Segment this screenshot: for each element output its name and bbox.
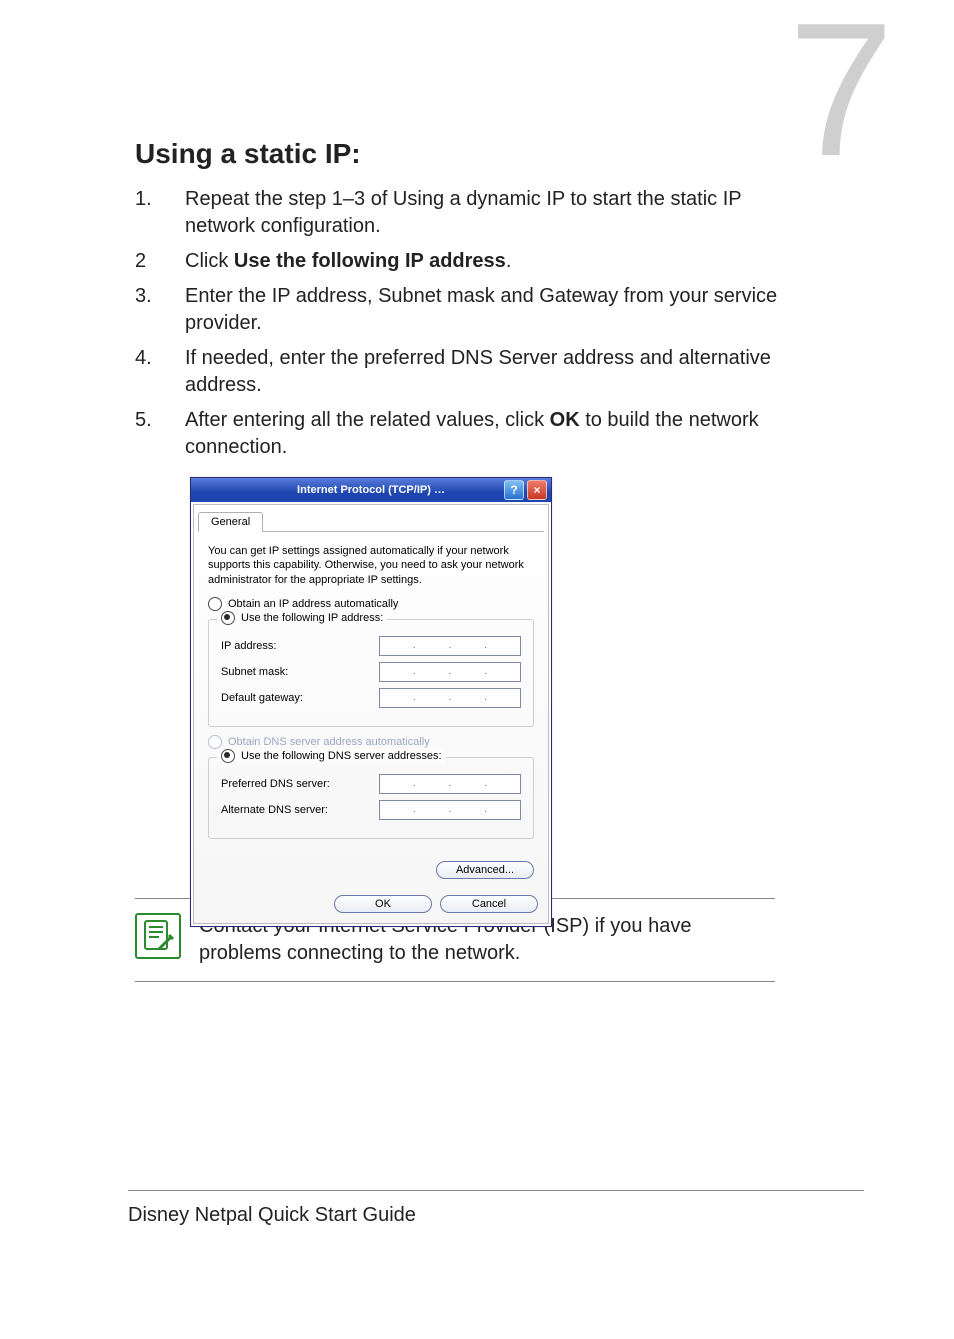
radio-icon [208, 597, 222, 611]
radio-label: Obtain DNS server address automatically [228, 736, 430, 748]
step-number: 5. [135, 407, 185, 461]
radio-obtain-dns-auto: Obtain DNS server address automatically [208, 735, 534, 749]
radio-label: Use the following IP address: [241, 612, 383, 624]
main-content: Using a static IP: 1.Repeat the step 1–3… [135, 138, 785, 927]
radio-use-following-dns[interactable]: Use the following DNS server addresses: [217, 749, 446, 763]
ip-group: Use the following IP address: IP address… [208, 619, 534, 727]
radio-label: Obtain an IP address automatically [228, 598, 398, 610]
radio-icon [221, 611, 235, 625]
list-item: 3.Enter the IP address, Subnet mask and … [135, 283, 785, 337]
alternate-dns-input[interactable]: ... [379, 800, 521, 820]
help-icon[interactable]: ? [504, 480, 524, 500]
list-item: 1.Repeat the step 1–3 of Using a dynamic… [135, 186, 785, 240]
advanced-button[interactable]: Advanced... [436, 861, 534, 879]
dialog-titlebar: Internet Protocol (TCP/IP) … ? × [191, 478, 551, 502]
dialog-intro: You can get IP settings assigned automat… [208, 544, 534, 587]
step-text: Enter the IP address, Subnet mask and Ga… [185, 283, 785, 337]
ip-address-label: IP address: [221, 640, 276, 652]
step-number: 2 [135, 248, 185, 275]
list-item: 5.After entering all the related values,… [135, 407, 785, 461]
step-text: Repeat the step 1–3 of Using a dynamic I… [185, 186, 785, 240]
step-text: After entering all the related values, c… [185, 407, 785, 461]
step-text: If needed, enter the preferred DNS Serve… [185, 345, 785, 399]
step-number: 3. [135, 283, 185, 337]
step-number: 4. [135, 345, 185, 399]
default-gateway-label: Default gateway: [221, 692, 303, 704]
footer-divider [128, 1190, 864, 1191]
dns-group: Use the following DNS server addresses: … [208, 757, 534, 839]
cancel-button[interactable]: Cancel [440, 895, 538, 913]
step-number: 1. [135, 186, 185, 240]
radio-use-following-ip[interactable]: Use the following IP address: [217, 611, 387, 625]
preferred-dns-label: Preferred DNS server: [221, 778, 330, 790]
close-icon[interactable]: × [527, 480, 547, 500]
tab-strip: General [198, 509, 544, 532]
list-item: 4.If needed, enter the preferred DNS Ser… [135, 345, 785, 399]
radio-icon [208, 735, 222, 749]
step-text: Click Use the following IP address. [185, 248, 511, 275]
steps-list: 1.Repeat the step 1–3 of Using a dynamic… [135, 186, 785, 461]
tcpip-dialog: Internet Protocol (TCP/IP) … ? × General… [190, 477, 552, 927]
footer-text: Disney Netpal Quick Start Guide [128, 1204, 416, 1227]
subnet-mask-label: Subnet mask: [221, 666, 288, 678]
subnet-mask-input[interactable]: ... [379, 662, 521, 682]
radio-icon [221, 749, 235, 763]
section-heading: Using a static IP: [135, 138, 785, 170]
tab-general[interactable]: General [198, 512, 263, 532]
ip-address-input[interactable]: ... [379, 636, 521, 656]
default-gateway-input[interactable]: ... [379, 688, 521, 708]
ok-button[interactable]: OK [334, 895, 432, 913]
dialog-title: Internet Protocol (TCP/IP) … [297, 484, 445, 496]
radio-label: Use the following DNS server addresses: [241, 750, 442, 762]
preferred-dns-input[interactable]: ... [379, 774, 521, 794]
chapter-number: 7 [788, 0, 894, 185]
alternate-dns-label: Alternate DNS server: [221, 804, 328, 816]
list-item: 2Click Use the following IP address. [135, 248, 785, 275]
radio-obtain-ip-auto[interactable]: Obtain an IP address automatically [208, 597, 534, 611]
